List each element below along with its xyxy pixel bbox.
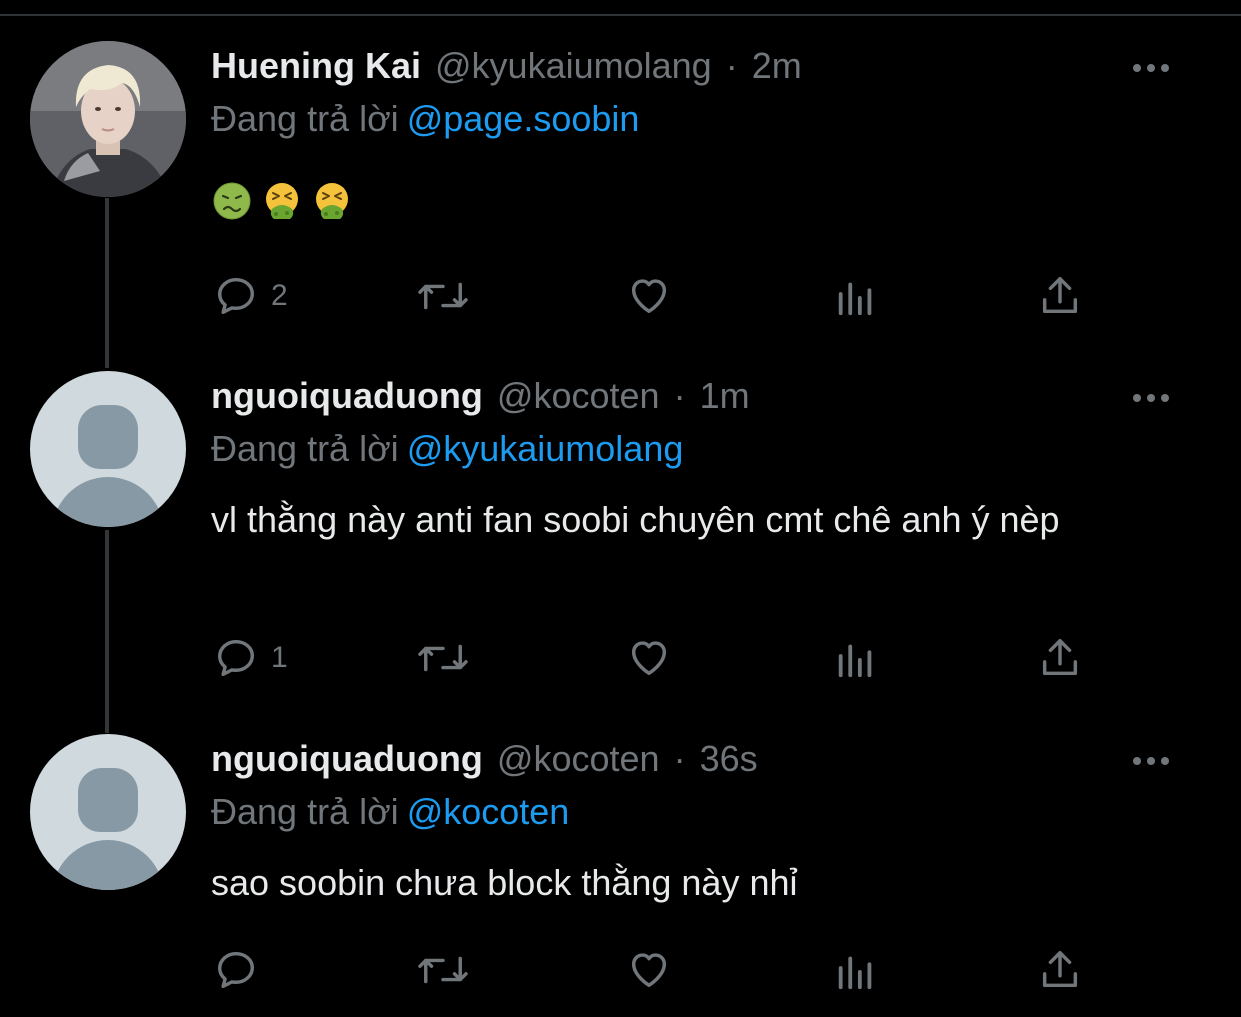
display-name[interactable]: nguoiquaduong (211, 375, 483, 417)
retweet-icon (418, 644, 468, 672)
analytics-icon (838, 282, 872, 316)
retweet-icon (418, 282, 468, 310)
heart-icon (631, 279, 667, 314)
thread-view: Huening Kai @kyukaiumolang · 2m Đang trả… (0, 0, 1241, 1017)
default-avatar-body (52, 477, 164, 527)
retweet-button[interactable] (415, 634, 471, 682)
tweet-header: nguoiquaduong @kocoten · 36s (211, 738, 758, 782)
timestamp[interactable]: 2m (752, 45, 802, 87)
heart-icon (631, 953, 667, 988)
default-avatar-body (52, 840, 164, 890)
tweet-header: nguoiquaduong @kocoten · 1m (211, 375, 750, 419)
separator: · (673, 375, 686, 416)
reply-count: 2 (271, 279, 288, 312)
avatar[interactable] (30, 371, 186, 527)
handle[interactable]: @kocoten (497, 738, 660, 780)
more-options-icon[interactable] (1133, 63, 1169, 73)
tweet-actions (213, 946, 1113, 994)
timestamp[interactable]: 1m (700, 375, 750, 417)
mention-link[interactable]: @page.soobin (407, 98, 640, 139)
nauseated-face-icon (213, 182, 251, 220)
replying-prefix: Đang trả lời (211, 791, 399, 832)
reply-button[interactable]: 1 (213, 634, 288, 682)
share-button[interactable] (1037, 946, 1083, 994)
thread-line (105, 530, 109, 733)
retweet-icon (418, 956, 468, 984)
like-button[interactable] (625, 946, 673, 994)
default-avatar-head (78, 405, 138, 469)
handle[interactable]: @kyukaiumolang (435, 45, 712, 87)
reply-icon (217, 277, 255, 315)
retweet-button[interactable] (415, 946, 471, 994)
tweet-emojis (213, 182, 351, 220)
tweet-actions: 2 (213, 272, 1113, 320)
like-button[interactable] (625, 272, 673, 320)
reply-button[interactable]: 2 (213, 272, 288, 320)
mention-link[interactable]: @kyukaiumolang (407, 428, 684, 469)
reply-button[interactable] (213, 946, 271, 994)
replying-to: Đang trả lời @page.soobin (211, 98, 639, 140)
timestamp[interactable]: 36s (700, 738, 758, 780)
analytics-icon (838, 956, 872, 990)
vomiting-face-icon (266, 183, 298, 219)
replying-prefix: Đang trả lời (211, 98, 399, 139)
display-name[interactable]: Huening Kai (211, 45, 421, 87)
heart-icon (631, 641, 667, 676)
like-button[interactable] (625, 634, 673, 682)
replying-to: Đang trả lời @kocoten (211, 791, 569, 833)
analytics-button[interactable] (833, 946, 879, 994)
separator: · (673, 738, 686, 779)
reply-count: 1 (271, 641, 288, 674)
separator: · (725, 45, 738, 86)
retweet-button[interactable] (415, 272, 471, 320)
vomiting-face-icon (316, 183, 348, 219)
avatar-photo (30, 41, 186, 197)
share-icon (1042, 951, 1078, 988)
tweet-text: vl thằng này anti fan soobi chuyên cmt c… (211, 499, 1060, 540)
share-icon (1042, 639, 1078, 676)
mention-link[interactable]: @kocoten (407, 791, 570, 832)
handle[interactable]: @kocoten (497, 375, 660, 417)
analytics-icon (838, 644, 872, 678)
reply-icon (217, 639, 255, 677)
share-button[interactable] (1037, 634, 1083, 682)
more-options-icon[interactable] (1133, 393, 1169, 403)
replying-to: Đang trả lời @kyukaiumolang (211, 428, 683, 470)
replying-prefix: Đang trả lời (211, 428, 399, 469)
tweet-actions: 1 (213, 634, 1113, 682)
tweet[interactable]: Huening Kai @kyukaiumolang · 2m Đang trả… (0, 0, 1241, 340)
reply-icon (217, 951, 255, 989)
tweet-text: sao soobin chưa block thằng này nhỉ (211, 862, 798, 903)
more-options-icon[interactable] (1133, 756, 1169, 766)
share-icon (1042, 277, 1078, 314)
analytics-button[interactable] (833, 272, 879, 320)
avatar[interactable] (30, 41, 186, 197)
default-avatar-head (78, 768, 138, 832)
tweet-header: Huening Kai @kyukaiumolang · 2m (211, 45, 802, 89)
share-button[interactable] (1037, 272, 1083, 320)
display-name[interactable]: nguoiquaduong (211, 738, 483, 780)
avatar[interactable] (30, 734, 186, 890)
analytics-button[interactable] (833, 634, 879, 682)
